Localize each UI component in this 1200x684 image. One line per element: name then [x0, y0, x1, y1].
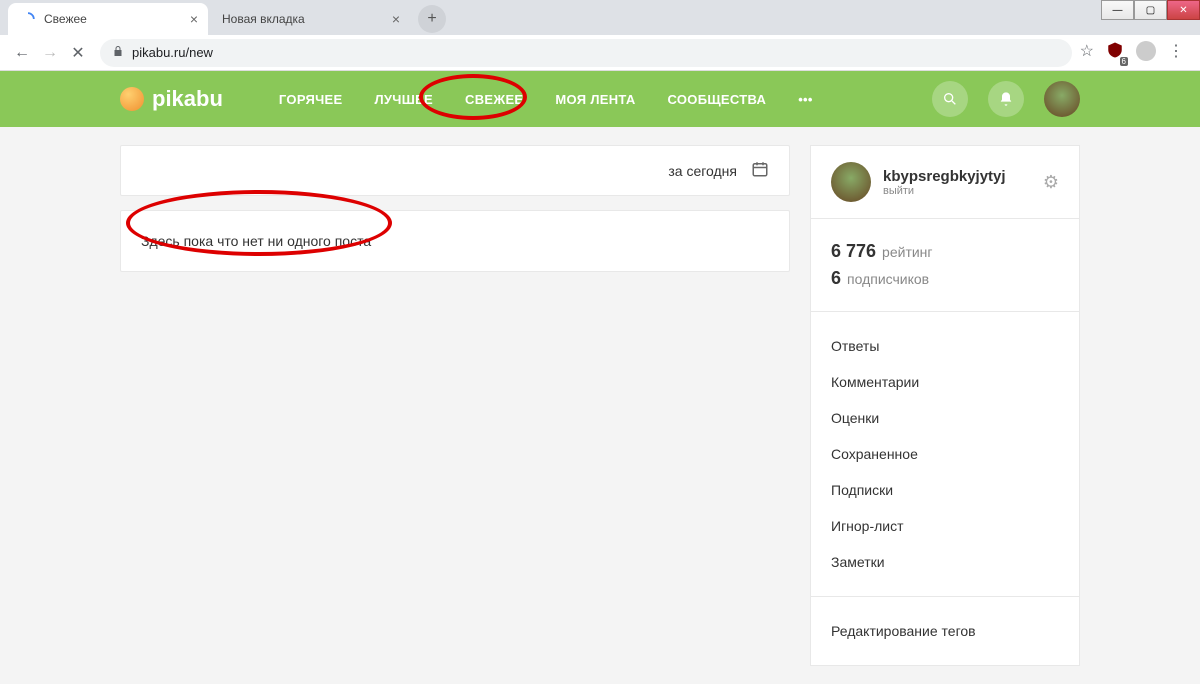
- window-maximize-button[interactable]: ▢: [1134, 0, 1167, 20]
- sidebar-item-notes[interactable]: Заметки: [831, 544, 1059, 580]
- sidebar-item-subscriptions[interactable]: Подписки: [831, 472, 1059, 508]
- nav-communities[interactable]: СООБЩЕСТВА: [652, 92, 783, 107]
- sidebar-item-saved[interactable]: Сохраненное: [831, 436, 1059, 472]
- browser-tab-active[interactable]: Свежее ×: [8, 3, 208, 35]
- filter-bar: за сегодня: [120, 145, 790, 196]
- header-avatar[interactable]: [1044, 81, 1080, 117]
- tab-close-icon[interactable]: ×: [392, 11, 400, 27]
- back-button[interactable]: ←: [8, 39, 36, 67]
- nav-more[interactable]: •••: [782, 92, 829, 107]
- url-text: pikabu.ru/new: [132, 45, 213, 60]
- settings-gear-icon[interactable]: ⚙: [1043, 172, 1059, 193]
- search-button[interactable]: [932, 81, 968, 117]
- empty-state: Здесь пока что нет ни одного поста: [120, 210, 790, 272]
- sidebar-item-ignore-list[interactable]: Игнор-лист: [831, 508, 1059, 544]
- tab-title: Свежее: [44, 12, 87, 26]
- sidebar-item-edit-tags[interactable]: Редактирование тегов: [831, 613, 1059, 649]
- user-avatar[interactable]: [831, 162, 871, 202]
- rating-value: 6 776: [831, 241, 876, 261]
- extension-badge: 6: [1120, 57, 1128, 66]
- subscribers-value: 6: [831, 268, 841, 288]
- browser-tabstrip: Свежее × Новая вкладка × +: [0, 0, 1200, 35]
- ublock-extension-icon[interactable]: 6: [1106, 41, 1124, 64]
- tab-title: Новая вкладка: [222, 12, 305, 26]
- site-logo[interactable]: pikabu: [120, 86, 223, 112]
- tab-close-icon[interactable]: ×: [190, 11, 198, 27]
- empty-message: Здесь пока что нет ни одного поста: [141, 233, 371, 249]
- sidebar-item-comments[interactable]: Комментарии: [831, 364, 1059, 400]
- lock-icon: [112, 45, 124, 60]
- sidebar: kbypsregbkyjytyj выйти ⚙ 6 776 рейтинг 6п…: [810, 145, 1080, 666]
- nav-fresh[interactable]: СВЕЖЕЕ: [449, 92, 539, 107]
- calendar-icon[interactable]: [751, 160, 769, 181]
- window-minimize-button[interactable]: —: [1101, 0, 1134, 20]
- window-close-button[interactable]: ✕: [1167, 0, 1200, 20]
- logout-link[interactable]: выйти: [883, 185, 1006, 197]
- user-stats: 6 776 рейтинг 6 подписчиков: [810, 219, 1080, 312]
- rating-label: рейтинг: [882, 244, 932, 260]
- sidebar-menu: Ответы Комментарии Оценки Сохраненное По…: [810, 312, 1080, 597]
- filter-label[interactable]: за сегодня: [668, 163, 737, 179]
- new-tab-button[interactable]: +: [418, 5, 446, 33]
- subscribers-label: подписчиков: [847, 271, 929, 287]
- nav-best[interactable]: ЛУЧШЕЕ: [358, 92, 449, 107]
- browser-tab-inactive[interactable]: Новая вкладка ×: [210, 3, 410, 35]
- nav-hot[interactable]: ГОРЯЧЕЕ: [263, 92, 359, 107]
- username[interactable]: kbypsregbkyjytyj: [883, 168, 1006, 185]
- browser-menu-icon[interactable]: ⋮: [1168, 41, 1184, 64]
- user-panel: kbypsregbkyjytyj выйти ⚙: [810, 145, 1080, 219]
- logo-icon: [120, 87, 144, 111]
- profile-avatar-icon[interactable]: [1136, 41, 1156, 61]
- site-header: pikabu ГОРЯЧЕЕ ЛУЧШЕЕ СВЕЖЕЕ МОЯ ЛЕНТА С…: [0, 71, 1200, 127]
- stop-button[interactable]: ✕: [64, 39, 92, 67]
- browser-toolbar: ← → ✕ pikabu.ru/new ☆ 6 ⋮: [0, 35, 1200, 71]
- main-column: за сегодня Здесь пока что нет ни одного …: [120, 145, 790, 666]
- nav-feed[interactable]: МОЯ ЛЕНТА: [539, 92, 651, 107]
- address-bar[interactable]: pikabu.ru/new: [100, 39, 1072, 67]
- sidebar-edit-tags: Редактирование тегов: [810, 597, 1080, 666]
- notifications-button[interactable]: [988, 81, 1024, 117]
- logo-text: pikabu: [152, 86, 223, 112]
- forward-button[interactable]: →: [36, 39, 64, 67]
- loading-spinner-icon: [20, 11, 36, 27]
- sidebar-item-ratings[interactable]: Оценки: [831, 400, 1059, 436]
- bookmark-star-icon[interactable]: ☆: [1080, 41, 1094, 64]
- sidebar-item-answers[interactable]: Ответы: [831, 328, 1059, 364]
